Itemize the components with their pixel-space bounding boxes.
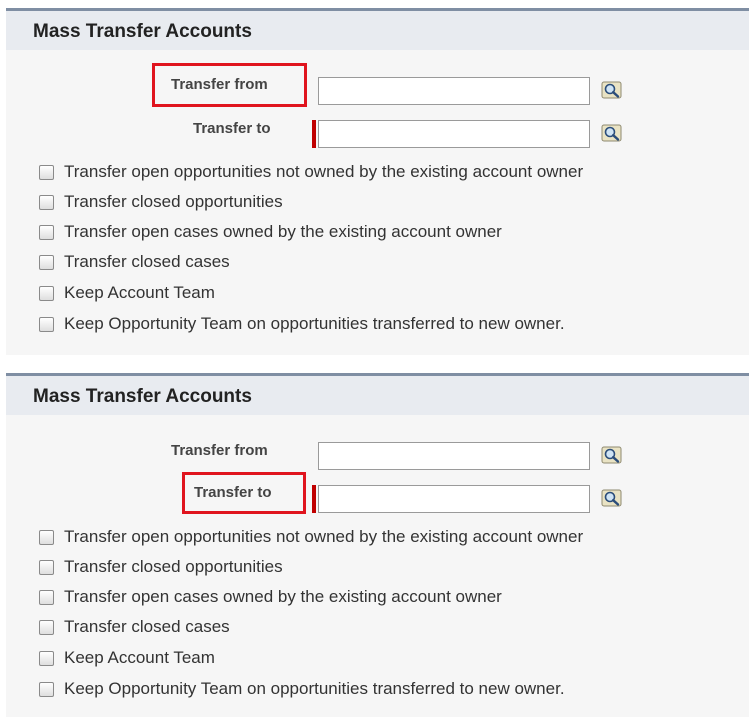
required-indicator <box>312 120 316 148</box>
option-row[interactable]: Transfer closed opportunities <box>39 555 283 579</box>
checkbox[interactable] <box>39 254 54 270</box>
lookup-icon[interactable] <box>601 80 623 100</box>
lookup-icon[interactable] <box>601 488 623 508</box>
option-label: Keep Account Team <box>64 648 215 667</box>
option-label: Transfer open cases owned by the existin… <box>64 587 502 606</box>
panel-title: Mass Transfer Accounts <box>33 21 252 42</box>
panel-header: Mass Transfer Accounts <box>6 11 749 50</box>
option-row[interactable]: Transfer open cases owned by the existin… <box>39 585 502 609</box>
option-row[interactable]: Transfer open opportunities not owned by… <box>39 525 583 549</box>
option-label: Transfer open opportunities not owned by… <box>64 527 584 546</box>
panel-header: Mass Transfer Accounts <box>6 376 749 415</box>
option-row[interactable]: Transfer closed opportunities <box>39 190 283 214</box>
checkbox[interactable] <box>39 224 54 240</box>
transfer-to-input[interactable] <box>318 120 590 148</box>
checkbox[interactable] <box>39 285 54 301</box>
checkbox[interactable] <box>39 194 54 210</box>
checkbox[interactable] <box>39 650 54 666</box>
option-row[interactable]: Transfer open opportunities not owned by… <box>39 160 583 184</box>
checkbox[interactable] <box>39 681 54 697</box>
lookup-icon[interactable] <box>601 445 623 465</box>
option-row[interactable]: Keep Opportunity Team on opportunities t… <box>39 677 565 701</box>
checkbox[interactable] <box>39 164 54 180</box>
option-label: Transfer open cases owned by the existin… <box>64 222 502 241</box>
transfer-from-input[interactable] <box>318 77 590 105</box>
transfer-from-label: Transfer from <box>171 442 268 459</box>
option-row[interactable]: Transfer open cases owned by the existin… <box>39 220 502 244</box>
option-label: Transfer closed cases <box>64 252 230 271</box>
checkbox[interactable] <box>39 559 54 575</box>
option-row[interactable]: Transfer closed cases <box>39 250 230 274</box>
option-row[interactable]: Keep Account Team <box>39 646 215 670</box>
option-label: Keep Account Team <box>64 283 215 302</box>
required-indicator <box>312 485 316 513</box>
option-label: Keep Opportunity Team on opportunities t… <box>64 314 565 333</box>
mass-transfer-panel-1: Mass Transfer Accounts Transfer from Tra… <box>6 8 749 355</box>
option-label: Transfer open opportunities not owned by… <box>64 162 584 181</box>
checkbox[interactable] <box>39 589 54 605</box>
option-row[interactable]: Keep Account Team <box>39 281 215 305</box>
checkbox[interactable] <box>39 619 54 635</box>
option-row[interactable]: Transfer closed cases <box>39 615 230 639</box>
transfer-from-input[interactable] <box>318 442 590 470</box>
lookup-icon[interactable] <box>601 123 623 143</box>
option-label: Transfer closed opportunities <box>64 557 283 576</box>
option-label: Transfer closed cases <box>64 617 230 636</box>
transfer-to-input[interactable] <box>318 485 590 513</box>
transfer-to-label: Transfer to <box>193 120 271 137</box>
option-label: Transfer closed opportunities <box>64 192 283 211</box>
checkbox[interactable] <box>39 529 54 545</box>
option-label: Keep Opportunity Team on opportunities t… <box>64 679 565 698</box>
checkbox[interactable] <box>39 316 54 332</box>
transfer-from-label: Transfer from <box>171 76 268 93</box>
option-row[interactable]: Keep Opportunity Team on opportunities t… <box>39 312 565 336</box>
panel-title: Mass Transfer Accounts <box>33 386 252 407</box>
transfer-to-label: Transfer to <box>194 484 272 501</box>
mass-transfer-panel-2: Mass Transfer Accounts Transfer from Tra… <box>6 373 749 717</box>
